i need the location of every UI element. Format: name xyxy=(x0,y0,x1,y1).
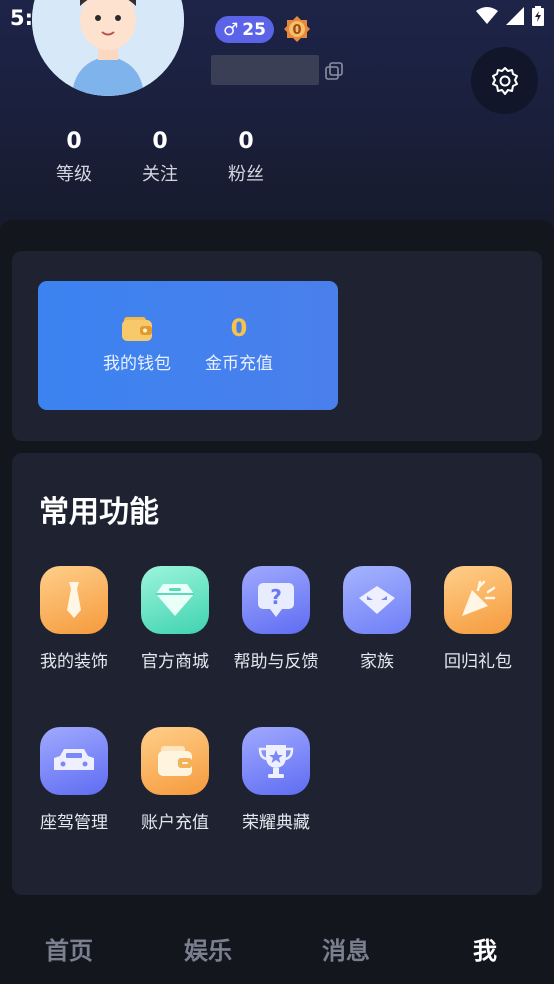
car-icon xyxy=(40,727,108,795)
status-icons xyxy=(476,6,544,26)
function-label: 回归礼包 xyxy=(444,652,512,672)
copy-icon[interactable] xyxy=(325,62,343,80)
stat-level[interactable]: 0 等级 xyxy=(44,128,104,187)
wallet-icon xyxy=(141,727,209,795)
coin-recharge-button[interactable]: 0 金币充值 xyxy=(184,311,294,376)
bottom-nav: 首页 娱乐 消息 我 xyxy=(0,905,554,984)
wallet-box: 我的钱包 0 金币充值 xyxy=(38,281,338,410)
function-vehicle-management[interactable]: 座驾管理 xyxy=(24,727,124,835)
gender-male-icon: ♂ xyxy=(223,19,239,40)
stat-label: 等级 xyxy=(56,164,92,185)
function-my-decorations[interactable]: 我的装饰 xyxy=(24,566,124,674)
nav-tab-home[interactable]: 首页 xyxy=(29,931,109,966)
age-value: 25 xyxy=(242,19,266,40)
question-chat-icon: ? xyxy=(242,566,310,634)
level-medal-icon: 0 xyxy=(283,15,311,43)
function-account-recharge[interactable]: 账户充值 xyxy=(125,727,225,835)
tie-icon xyxy=(40,566,108,634)
gender-age-badge: ♂ 25 xyxy=(215,16,274,43)
stat-fans[interactable]: 0 粉丝 xyxy=(216,128,276,187)
function-label: 家族 xyxy=(360,652,394,672)
my-wallet-button[interactable]: 我的钱包 xyxy=(82,311,192,376)
function-honor-collection[interactable]: 荣耀典藏 xyxy=(226,727,326,835)
stat-label: 关注 xyxy=(142,164,178,185)
settings-button[interactable] xyxy=(471,47,538,114)
stat-label: 粉丝 xyxy=(228,164,264,185)
function-label: 荣耀典藏 xyxy=(242,813,310,833)
signal-icon xyxy=(506,7,524,25)
user-id-redacted xyxy=(211,55,319,85)
function-label: 账户充值 xyxy=(141,813,209,833)
stat-value: 0 xyxy=(66,129,82,154)
function-label: 我的装饰 xyxy=(40,652,108,672)
function-label: 座驾管理 xyxy=(40,813,108,833)
stat-value: 0 xyxy=(238,129,254,154)
function-family[interactable]: 家族 xyxy=(327,566,427,674)
diamond-icon xyxy=(141,566,209,634)
function-official-store[interactable]: 官方商城 xyxy=(125,566,225,674)
party-popper-icon xyxy=(444,566,512,634)
function-return-gift[interactable]: 回归礼包 xyxy=(428,566,528,674)
wallet-icon xyxy=(120,311,154,345)
nav-tab-me[interactable]: 我 xyxy=(445,931,525,966)
stat-value: 0 xyxy=(152,129,168,154)
coin-balance: 0 xyxy=(230,314,248,342)
gear-icon xyxy=(491,66,518,95)
common-functions-card: 常用功能 我的装饰 官方商城 ? 帮助与反馈 家族 回归礼包 座驾管理 账户充值… xyxy=(12,453,542,895)
section-title: 常用功能 xyxy=(39,495,159,530)
level-medal-value: 0 xyxy=(292,23,301,38)
wallet-card: 我的钱包 0 金币充值 xyxy=(12,251,542,441)
function-label: 帮助与反馈 xyxy=(233,652,319,672)
function-label: 官方商城 xyxy=(141,652,209,672)
battery-icon xyxy=(532,6,544,26)
coin-recharge-label: 金币充值 xyxy=(205,354,273,374)
main-panel: 我的钱包 0 金币充值 常用功能 我的装饰 官方商城 ? 帮助与反馈 家族 回归… xyxy=(0,220,554,920)
wifi-icon xyxy=(476,7,498,24)
my-wallet-label: 我的钱包 xyxy=(103,354,171,374)
nav-tab-entertainment[interactable]: 娱乐 xyxy=(168,931,248,966)
family-mask-icon xyxy=(343,566,411,634)
stat-following[interactable]: 0 关注 xyxy=(130,128,190,187)
nav-tab-messages[interactable]: 消息 xyxy=(306,931,386,966)
svg-text:?: ? xyxy=(270,585,282,609)
trophy-icon xyxy=(242,727,310,795)
function-help-feedback[interactable]: ? 帮助与反馈 xyxy=(226,566,326,674)
